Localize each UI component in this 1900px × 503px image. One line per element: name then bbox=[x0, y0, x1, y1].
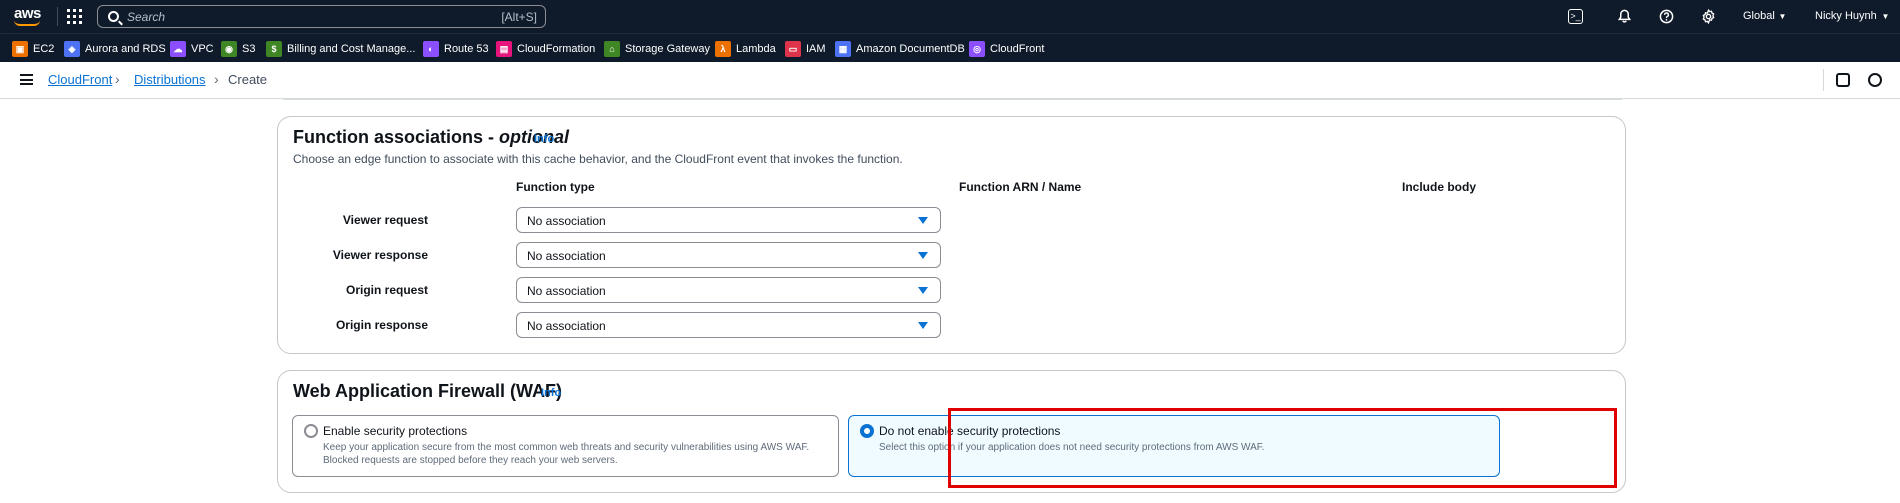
disable-security-radio[interactable] bbox=[860, 424, 874, 438]
cloudfront-icon: ◎ bbox=[969, 41, 985, 57]
favorite-label: CloudFront bbox=[990, 43, 1045, 55]
favorites-bar: ▣ EC2 ◈ Aurora and RDS ☁ VPC ◉ S3 $ Bill… bbox=[0, 33, 1900, 62]
favorite-cloudformation[interactable]: ▤ CloudFormation bbox=[496, 41, 595, 57]
select-value: No association bbox=[527, 249, 606, 263]
enable-security-radio[interactable] bbox=[304, 424, 318, 438]
ec2-icon: ▣ bbox=[12, 41, 28, 57]
breadcrumb-distributions[interactable]: Distributions bbox=[134, 72, 206, 87]
row-label-viewer-request: Viewer request bbox=[342, 213, 428, 227]
vpc-icon: ☁ bbox=[170, 41, 186, 57]
favorite-vpc[interactable]: ☁ VPC bbox=[170, 41, 214, 57]
function-associations-description: Choose an edge function to associate wit… bbox=[293, 152, 903, 166]
caret-down-icon bbox=[918, 287, 928, 294]
favorite-iam[interactable]: ▭ IAM bbox=[785, 41, 826, 57]
aurora-rds-icon: ◈ bbox=[64, 41, 80, 57]
services-grid-icon[interactable] bbox=[67, 9, 82, 24]
region-chevron-down-icon: ▼ bbox=[1778, 12, 1787, 21]
cloudshell-icon[interactable]: >_ bbox=[1568, 9, 1583, 24]
top-navigation: aws Search [Alt+S] >_ Global ▼ Nicky Huy… bbox=[0, 0, 1900, 33]
select-value: No association bbox=[527, 214, 606, 228]
breadcrumb-bar: CloudFront › Distributions › Create bbox=[0, 62, 1900, 99]
favorite-label: Lambda bbox=[736, 43, 776, 55]
origin-response-select[interactable]: No association bbox=[516, 312, 941, 338]
favorite-label: S3 bbox=[242, 43, 256, 55]
favorite-label: Amazon DocumentDB bbox=[856, 43, 965, 55]
tools-panel-icon[interactable] bbox=[1868, 73, 1882, 87]
function-associations-heading: Function associations - optional bbox=[293, 127, 570, 147]
favorite-s3[interactable]: ◉ S3 bbox=[221, 41, 255, 57]
waf-heading: Web Application Firewall (WAF) bbox=[293, 381, 563, 401]
favorite-storage-gateway[interactable]: ⌂ Storage Gateway bbox=[604, 41, 710, 57]
storage-gateway-icon: ⌂ bbox=[604, 41, 620, 57]
caret-down-icon bbox=[918, 252, 928, 259]
select-value: No association bbox=[527, 319, 606, 333]
favorite-ec2[interactable]: ▣ EC2 bbox=[12, 41, 54, 57]
favorite-label: IAM bbox=[806, 43, 826, 55]
row-label-origin-request: Origin request bbox=[345, 283, 428, 297]
favorite-label: VPC bbox=[191, 43, 214, 55]
option-title: Enable security protections bbox=[323, 424, 468, 438]
aws-logo[interactable]: aws bbox=[14, 5, 42, 27]
favorite-label: EC2 bbox=[33, 43, 55, 55]
search-icon bbox=[108, 11, 119, 22]
nav-divider bbox=[57, 7, 58, 26]
section-divider bbox=[283, 99, 1622, 100]
viewer-request-select[interactable]: No association bbox=[516, 207, 941, 233]
favorite-label: Route 53 bbox=[444, 43, 489, 55]
favorite-label: Aurora and RDS bbox=[85, 43, 166, 55]
favorite-cloudfront[interactable]: ◎ CloudFront bbox=[969, 41, 1044, 57]
documentdb-icon: ▦ bbox=[835, 41, 851, 57]
lambda-icon: λ bbox=[715, 41, 731, 57]
chevron-right-icon: › bbox=[214, 71, 219, 87]
option-description: Keep your application secure from the mo… bbox=[323, 442, 810, 466]
selection-highlight-box bbox=[948, 408, 1617, 488]
route53-icon: ◐ bbox=[423, 41, 439, 57]
column-function-type: Function type bbox=[516, 180, 595, 194]
row-label-origin-response: Origin response bbox=[335, 318, 428, 332]
favorite-route53[interactable]: ◐ Route 53 bbox=[423, 41, 489, 57]
favorite-billing[interactable]: $ Billing and Cost Manage... bbox=[266, 41, 415, 57]
function-associations-panel: Function associations - optional Info Ch… bbox=[277, 116, 1626, 354]
cloudformation-icon: ▤ bbox=[496, 41, 512, 57]
row-label-viewer-response: Viewer response bbox=[332, 248, 428, 262]
search-shortcut: [Alt+S] bbox=[501, 10, 537, 24]
caret-down-icon bbox=[918, 217, 928, 224]
waf-info-link[interactable]: Info bbox=[541, 387, 561, 399]
favorite-aurora-rds[interactable]: ◈ Aurora and RDS bbox=[64, 41, 166, 57]
favorite-label: Storage Gateway bbox=[625, 43, 710, 55]
column-function-arn: Function ARN / Name bbox=[959, 180, 1082, 194]
favorite-lambda[interactable]: λ Lambda bbox=[715, 41, 776, 57]
favorite-label: Billing and Cost Manage... bbox=[287, 43, 416, 55]
user-chevron-down-icon: ▼ bbox=[1881, 12, 1890, 21]
function-associations-info-link[interactable]: Info bbox=[534, 133, 554, 145]
breadcrumb-cloudfront[interactable]: CloudFront bbox=[48, 72, 112, 87]
region-selector[interactable]: Global bbox=[1743, 10, 1775, 22]
panel-toggle-icon[interactable] bbox=[1836, 73, 1850, 87]
viewer-response-select[interactable]: No association bbox=[516, 242, 941, 268]
search-input[interactable]: Search [Alt+S] bbox=[97, 5, 546, 28]
gear-icon[interactable] bbox=[1701, 8, 1716, 25]
caret-down-icon bbox=[918, 322, 928, 329]
bell-icon[interactable] bbox=[1617, 9, 1632, 24]
enable-security-option[interactable]: Enable security protections Keep your ap… bbox=[292, 415, 839, 477]
menu-icon[interactable] bbox=[20, 74, 33, 85]
toolbar-divider bbox=[1823, 69, 1824, 91]
help-icon[interactable] bbox=[1659, 9, 1674, 24]
select-value: No association bbox=[527, 284, 606, 298]
iam-icon: ▭ bbox=[785, 41, 801, 57]
origin-request-select[interactable]: No association bbox=[516, 277, 941, 303]
search-placeholder: Search bbox=[127, 10, 166, 24]
column-include-body: Include body bbox=[1402, 180, 1477, 194]
breadcrumb-create: Create bbox=[228, 72, 268, 87]
chevron-right-icon: › bbox=[115, 71, 120, 87]
billing-icon: $ bbox=[266, 41, 282, 57]
s3-icon: ◉ bbox=[221, 41, 237, 57]
favorite-label: CloudFormation bbox=[517, 43, 596, 55]
favorite-documentdb[interactable]: ▦ Amazon DocumentDB bbox=[835, 41, 965, 57]
user-menu[interactable]: Nicky Huynh bbox=[1815, 10, 1877, 22]
